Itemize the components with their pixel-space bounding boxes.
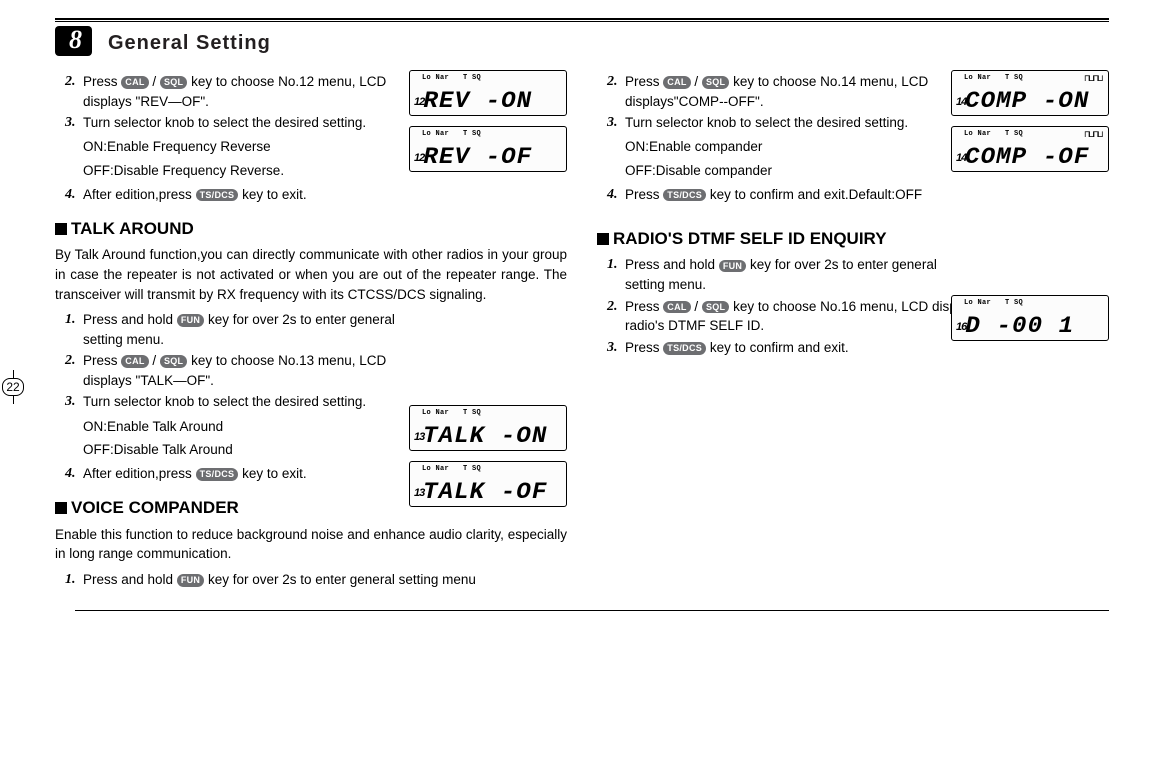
cal-key-icon: CAL bbox=[663, 301, 690, 314]
fun-key-icon: FUN bbox=[719, 260, 746, 273]
vc-desc: Enable this function to reduce backgroun… bbox=[55, 525, 567, 564]
cal-key-icon: CAL bbox=[663, 76, 690, 89]
sql-key-icon: SQL bbox=[702, 301, 729, 314]
section-dtmf: RADIO'S DTMF SELF ID ENQUIRY bbox=[597, 227, 1109, 252]
lcd-talk-on: Lo NarT SQ 13TALK -ON bbox=[409, 405, 567, 451]
cal-key-icon: CAL bbox=[121, 355, 148, 368]
fun-key-icon: FUN bbox=[177, 314, 204, 327]
cal-key-icon: CAL bbox=[121, 76, 148, 89]
sql-key-icon: SQL bbox=[160, 76, 187, 89]
bottom-rule bbox=[75, 610, 1109, 611]
right-column: Lo NarT SQ ⊓⊔⊓⊔ 14COMP -ON Lo NarT SQ ⊓⊔… bbox=[597, 70, 1109, 592]
tsdcs-key-icon: TS/DCS bbox=[663, 189, 706, 202]
lcd-rev-on: Lo NarT SQ 12REV -ON bbox=[409, 70, 567, 116]
dtmf-step-1: 1. Press and hold FUN key for over 2s to… bbox=[607, 255, 1109, 294]
sql-key-icon: SQL bbox=[702, 76, 729, 89]
lcd-comp-on: Lo NarT SQ ⊓⊔⊓⊔ 14COMP -ON bbox=[951, 70, 1109, 116]
talk-step-2: 2. Press CAL / SQL key to choose No.13 m… bbox=[65, 351, 567, 390]
lcd-comp-of: Lo NarT SQ ⊓⊔⊓⊔ 14COMP -OF bbox=[951, 126, 1109, 172]
rev-step-4: 4. After edition,press TS/DCS key to exi… bbox=[65, 185, 567, 205]
tsdcs-key-icon: TS/DCS bbox=[663, 342, 706, 355]
talk-desc: By Talk Around function,you can directly… bbox=[55, 245, 567, 304]
fun-key-icon: FUN bbox=[177, 574, 204, 587]
comp-step-4: 4. Press TS/DCS key to confirm and exit.… bbox=[607, 185, 1109, 205]
tsdcs-key-icon: TS/DCS bbox=[196, 468, 239, 481]
lcd-rev-of: Lo NarT SQ 12REV -OF bbox=[409, 126, 567, 172]
chapter-header: 8 General Setting bbox=[55, 28, 1109, 58]
chapter-number: 8 bbox=[55, 26, 92, 56]
sql-key-icon: SQL bbox=[160, 355, 187, 368]
chapter-title: General Setting bbox=[108, 32, 271, 55]
lcd-dtmf: Lo NarT SQ 16D -00 1 bbox=[951, 295, 1109, 341]
vc-step-1: 1. Press and hold FUN key for over 2s to… bbox=[65, 570, 567, 590]
talk-step-1: 1. Press and hold FUN key for over 2s to… bbox=[65, 310, 567, 349]
tsdcs-key-icon: TS/DCS bbox=[196, 189, 239, 202]
section-talk-around: TALK AROUND bbox=[55, 217, 567, 242]
left-column: Lo NarT SQ 12REV -ON Lo NarT SQ 12REV -O… bbox=[55, 70, 567, 592]
lcd-talk-of: Lo NarT SQ 13TALK -OF bbox=[409, 461, 567, 507]
